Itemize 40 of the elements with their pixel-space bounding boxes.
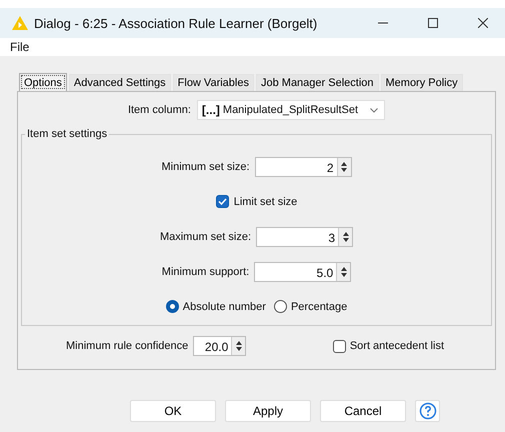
- radio-button[interactable]: [166, 300, 179, 313]
- number-spinner[interactable]: 3: [256, 226, 354, 246]
- tab[interactable]: Memory Policy: [380, 74, 463, 91]
- field-label: Minimum rule confidence: [66, 340, 188, 352]
- spinner-arrows-icon[interactable]: [234, 340, 243, 352]
- field-label: Minimum set size:: [161, 160, 250, 172]
- field-label: Item column:: [128, 104, 191, 116]
- check-icon: [218, 197, 227, 206]
- group-title: Item set settings: [25, 128, 110, 140]
- tab[interactable]: Options: [19, 73, 67, 91]
- dialog-button[interactable]: Cancel: [320, 400, 406, 422]
- menu-item[interactable]: File: [10, 40, 30, 54]
- tab[interactable]: Flow Variables: [172, 74, 254, 91]
- window-title: Dialog - 6:25 - Association Rule Learner (Borgelt): [34, 16, 318, 30]
- checkbox-label: Limit set size: [234, 196, 298, 208]
- chevron-down-icon: [370, 108, 378, 112]
- tab[interactable]: Job Manager Selection: [256, 74, 378, 91]
- spinner-arrows-icon[interactable]: [342, 230, 350, 242]
- app-logo-icon: [12, 16, 28, 30]
- radio-label: Percentage: [290, 300, 348, 312]
- spinner-arrows-icon[interactable]: [340, 160, 348, 172]
- radio-button[interactable]: [274, 300, 287, 313]
- close-icon: [478, 18, 488, 28]
- help-button[interactable]: [415, 400, 440, 422]
- checkbox[interactable]: [216, 195, 229, 208]
- radio-label: Absolute number: [182, 300, 266, 312]
- dialog-button[interactable]: OK: [130, 400, 216, 422]
- maximize-icon: [428, 18, 438, 28]
- help-icon: [418, 402, 436, 420]
- checkbox-label: Sort antecedent list: [350, 340, 444, 352]
- spinner-arrows-icon[interactable]: [340, 266, 348, 278]
- tab[interactable]: Advanced Settings: [68, 74, 171, 91]
- field-label: Maximum set size:: [160, 230, 252, 242]
- field-label: Minimum support:: [162, 266, 250, 278]
- number-spinner[interactable]: 2: [254, 156, 352, 176]
- item-column-dropdown[interactable]: [...] Manipulated_SplitResultSet: [196, 100, 386, 120]
- dialog-button[interactable]: Apply: [225, 400, 311, 422]
- checkbox[interactable]: [332, 340, 346, 352]
- number-spinner[interactable]: 5.0: [254, 262, 352, 282]
- number-spinner[interactable]: 20.0: [193, 336, 246, 356]
